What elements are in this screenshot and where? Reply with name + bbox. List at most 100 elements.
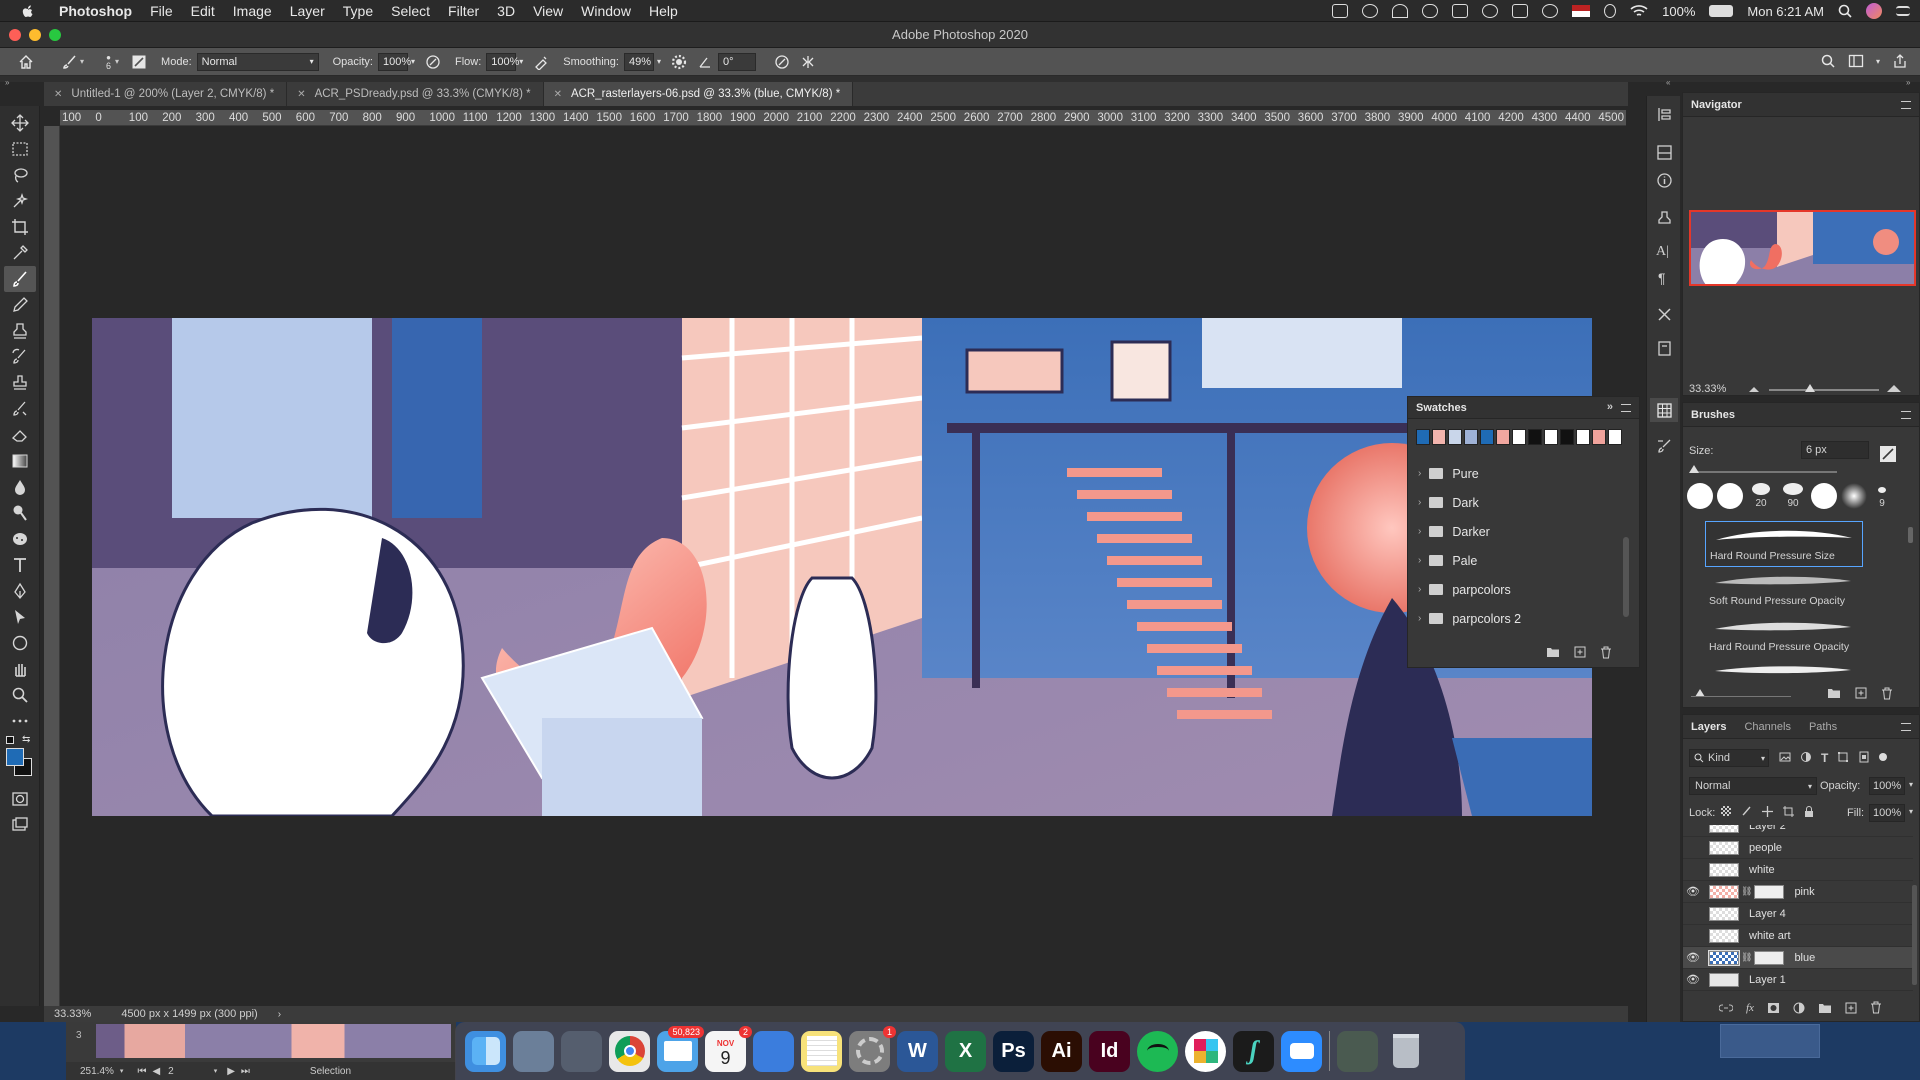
link-layers-icon[interactable] [1719,1002,1733,1014]
navigator-zoom-handle[interactable] [1805,384,1815,392]
zoom-window-button[interactable] [49,29,61,41]
swatch-folder[interactable]: › Dark [1408,488,1639,517]
lock-all-icon[interactable] [1804,806,1814,817]
finder-icon[interactable] [465,1030,506,1072]
tool-presets-icon[interactable] [1656,306,1673,323]
slack-icon[interactable] [1185,1030,1226,1072]
gradient-tool-icon[interactable] [11,452,29,470]
delete-layer-icon[interactable] [1870,1001,1882,1014]
swatch-folder[interactable]: › parpcolors 2 [1408,604,1639,633]
workspace-chevron-icon[interactable]: ▾ [1876,57,1880,66]
swatch-color[interactable] [1592,429,1606,445]
filter-adjustment-icon[interactable] [1800,751,1812,763]
filter-smart-object-icon[interactable] [1858,751,1870,763]
navigator-menu-icon[interactable] [1901,101,1911,109]
notes-icon[interactable] [801,1030,842,1072]
search-icon[interactable] [1820,53,1836,69]
mask-link-icon[interactable]: ⛓ [1741,886,1752,897]
new-brush-icon[interactable] [1855,687,1867,699]
collapse-swatches-icon[interactable]: » [1607,401,1613,413]
chevron-right-icon[interactable]: › [1418,613,1421,624]
tab-untitled-1[interactable]: ✕ Untitled-1 @ 200% (Layer 2, CMYK/8) * [44,82,288,106]
eyedropper-tool-icon[interactable] [11,244,29,262]
lock-pixels-icon[interactable] [1741,806,1752,817]
chevron-right-icon[interactable]: › [1418,468,1421,479]
close-tab-icon[interactable]: ✕ [54,89,62,100]
close-tab-icon[interactable]: ✕ [554,89,562,100]
layer-filter-select[interactable]: Kind ▾ [1689,749,1769,767]
swatches-menu-icon[interactable] [1621,404,1631,412]
brush-item-soft-round-pressure-opacity[interactable]: Soft Round Pressure Opacity [1705,569,1863,613]
eye-icon[interactable]: 👁 [1683,947,1703,969]
brush-settings-icon[interactable] [131,54,147,70]
prev-frame-icon[interactable]: ◀ [152,1066,160,1077]
add-mask-icon[interactable] [1767,1002,1780,1014]
layer-row[interactable]: white [1683,859,1913,881]
layer-mask-thumbnail[interactable] [1754,884,1785,899]
tab-layers[interactable]: Layers [1691,721,1726,733]
keynote-icon[interactable] [753,1030,794,1072]
layer-thumbnail[interactable] [1709,862,1739,877]
swatch-color[interactable] [1560,429,1574,445]
status-arrow-icon[interactable]: › [278,1009,281,1020]
tab-acr-rasterlayers[interactable]: ✕ ACR_rasterlayers-06.psd @ 33.3% (blue, … [543,82,854,106]
chrome-icon[interactable] [609,1030,650,1072]
visibility-toggle[interactable] [1683,837,1703,859]
layer-row[interactable]: white art [1683,925,1913,947]
timeline-frame[interactable]: 2 [168,1066,174,1077]
visibility-toggle[interactable] [1683,859,1703,881]
swatch-color[interactable] [1544,429,1558,445]
last-frame-icon[interactable]: ⏭ [241,1066,250,1077]
photos-folder-icon[interactable] [1337,1030,1378,1072]
workspace-icon[interactable] [1848,53,1864,69]
panel-collapse-icon[interactable]: « [1666,78,1670,87]
tab-paths[interactable]: Paths [1809,721,1837,733]
opacity-chevron-icon[interactable]: ▾ [411,57,415,66]
layer-row[interactable]: Layer 2 [1683,825,1913,837]
close-tab-icon[interactable]: ✕ [297,89,305,100]
navigator-zoom-slider[interactable] [1769,389,1879,391]
swatch-color[interactable] [1480,429,1494,445]
zoom-icon[interactable] [1281,1030,1322,1072]
swatch-color[interactable] [1528,429,1542,445]
brush-preview-size-slider[interactable] [1691,696,1791,697]
brush-item-hard-round-pressure-opacity[interactable]: Hard Round Pressure Opacity [1705,615,1863,659]
path-selection-tool-icon[interactable] [11,608,29,626]
smoothing-gear-icon[interactable] [671,54,687,70]
foreground-color-swatch[interactable] [6,748,24,766]
brush-size-slider[interactable] [1691,471,1837,473]
filter-type-icon[interactable]: T [1821,751,1828,765]
clone-source-icon[interactable] [1656,210,1673,227]
pen-tool-icon[interactable] [11,582,29,600]
filter-pixel-icon[interactable] [1779,751,1791,763]
tab-acr-psdready[interactable]: ✕ ACR_PSDready.psd @ 33.3% (CMYK/8) * [287,82,544,106]
airbrush-icon[interactable] [533,54,549,70]
mask-link-icon[interactable]: ⛓ [1741,952,1752,963]
calendar-icon[interactable]: NOV 9 2 [705,1025,752,1072]
lock-artboard-icon[interactable] [1783,806,1794,817]
panel-expand-icon[interactable]: » [1906,78,1910,87]
menu-3d[interactable]: 3D [497,3,515,19]
timeline-mode[interactable]: Selection [310,1066,351,1077]
close-window-button[interactable] [9,29,21,41]
menu-layer[interactable]: Layer [290,3,325,19]
first-frame-icon[interactable]: ⏮ [137,1066,146,1077]
brush-settings-panel-icon[interactable] [1656,438,1673,455]
layer-row[interactable]: 👁 ⛓ pink [1683,881,1913,903]
delete-brush-icon[interactable] [1881,687,1893,700]
photoshop-icon[interactable]: Ps [993,1030,1034,1072]
clone-stamp-tool-icon[interactable] [11,322,29,340]
swatch-color[interactable] [1448,429,1462,445]
airplay-icon[interactable] [1512,4,1529,18]
stamp-tool-icon[interactable] [11,374,29,392]
brush-item-hard-round-pressure-size[interactable]: Hard Round Pressure Size [1705,521,1863,567]
swatch-color[interactable] [1432,429,1446,445]
sync-icon[interactable] [1482,4,1499,18]
layer-thumbnail[interactable] [1709,840,1739,855]
menu-window[interactable]: Window [581,3,631,19]
menu-type[interactable]: Type [343,3,373,19]
illustrator-icon[interactable]: Ai [1041,1030,1082,1072]
layer-thumbnail[interactable] [1709,825,1739,833]
desktop-window-thumbnail[interactable] [1720,1024,1820,1058]
chevron-right-icon[interactable]: › [1418,584,1421,595]
